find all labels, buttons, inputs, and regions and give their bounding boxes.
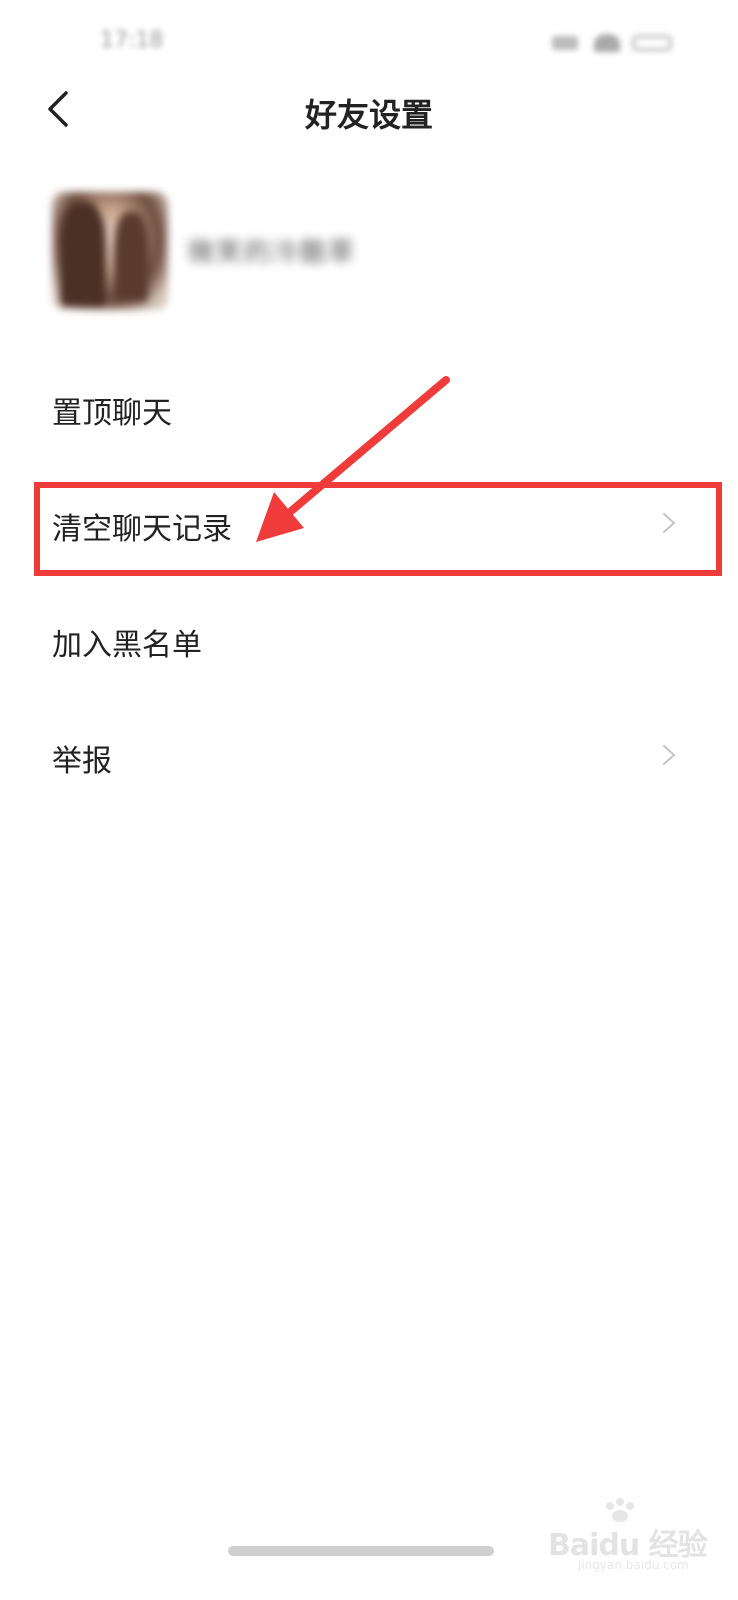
friend-profile[interactable]: 微笑的冷酷草: [52, 192, 692, 314]
page-title: 好友设置: [304, 96, 433, 134]
menu-item-label: 举报: [52, 744, 112, 779]
menu-item-clear-history[interactable]: 清空聊天记录: [0, 466, 738, 582]
menu-item-blacklist[interactable]: 加入黑名单: [0, 582, 738, 698]
menu-item-label: 清空聊天记录: [52, 512, 232, 547]
pin-chat-toggle[interactable]: [600, 390, 678, 426]
chevron-right-icon: [663, 745, 675, 765]
menu-item-report[interactable]: 举报: [0, 698, 738, 814]
menu-item-label: 置顶聊天: [52, 396, 172, 431]
battery-icon: [632, 35, 672, 51]
watermark-logo: Baidu 经验 jingyan.baidu.com: [548, 1496, 708, 1572]
chevron-right-icon: [663, 513, 675, 533]
profile-name: 微笑的冷酷草: [188, 238, 357, 268]
menu-item-label: 加入黑名单: [52, 628, 202, 663]
status-bar: 17:18: [0, 0, 738, 80]
wifi-icon: [594, 34, 620, 52]
status-time: 17:18: [100, 28, 164, 53]
avatar[interactable]: [52, 192, 168, 310]
nav-bar: 好友设置: [0, 70, 738, 150]
watermark-sub: jingyan.baidu.com: [578, 1558, 689, 1572]
signal-icon: [552, 36, 578, 50]
home-indicator[interactable]: [228, 1546, 494, 1556]
menu-item-pin-chat[interactable]: 置顶聊天: [0, 350, 738, 466]
status-icons: [552, 32, 672, 54]
